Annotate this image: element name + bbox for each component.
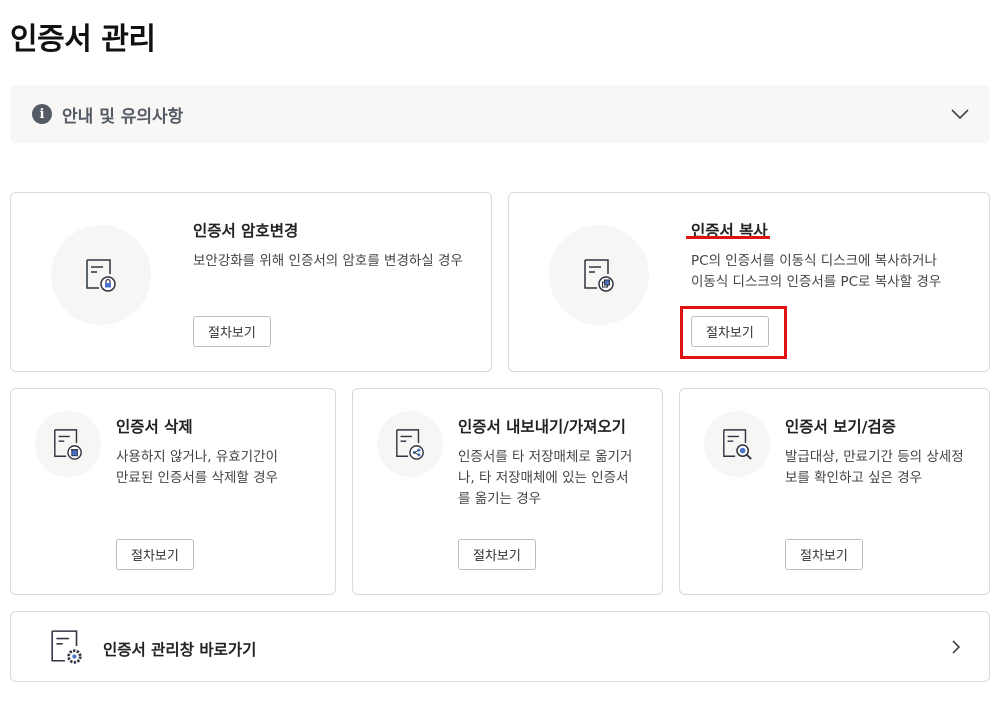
certificate-manager-shortcut[interactable]: 인증서 관리창 바로가기	[10, 611, 990, 682]
icon-circle	[549, 225, 649, 325]
highlight-box	[680, 306, 787, 359]
certificate-search-icon	[723, 429, 752, 460]
card-description: 인증서를 타 저장매체로 옮기거 나, 타 저장매체에 있는 인증서 를 옮기는…	[458, 449, 633, 507]
card-description: 보안강화를 위해 인증서의 암호를 변경하실 경우	[193, 253, 463, 269]
card-delete: 인증서 삭제 사용하지 않거나, 유효기간이 만료된 인증서를 삭제할 경우 절…	[10, 388, 336, 595]
shortcut-label: 인증서 관리창 바로가기	[103, 641, 257, 659]
chevron-right-icon	[952, 640, 961, 654]
page-title: 인증서 관리	[10, 22, 156, 57]
certificate-settings-icon	[51, 630, 82, 664]
notice-label: 안내 및 유의사항	[62, 106, 184, 127]
certificate-copy-icon	[584, 259, 614, 292]
card-title: 인증서 삭제	[116, 418, 193, 436]
card-description: 발급대상, 만료기간 등의 상세정 보를 확인하고 싶은 경우	[785, 449, 964, 486]
icon-circle	[704, 411, 770, 477]
card-title: 인증서 암호변경	[193, 222, 299, 240]
chevron-down-icon[interactable]	[950, 104, 970, 124]
certificate-share-icon	[396, 429, 424, 460]
card-export-import: 인증서 내보내기/가져오기 인증서를 타 저장매체로 옮기거 나, 타 저장매체…	[352, 388, 663, 595]
card-description: PC의 인증서를 이동식 디스크에 복사하거나 이동식 디스크의 인증서를 PC…	[691, 253, 942, 290]
procedure-button[interactable]: 절차보기	[116, 539, 194, 570]
procedure-button[interactable]: 절차보기	[193, 316, 271, 347]
card-view-verify: 인증서 보기/검증 발급대상, 만료기간 등의 상세정 보를 확인하고 싶은 경…	[679, 388, 990, 595]
card-description: 사용하지 않거나, 유효기간이 만료된 인증서를 삭제할 경우	[116, 449, 278, 486]
info-icon: i	[32, 104, 52, 124]
icon-circle	[35, 411, 101, 477]
card-title: 인증서 보기/검증	[785, 418, 896, 436]
highlight-underline	[686, 236, 770, 239]
card-title: 인증서 내보내기/가져오기	[458, 418, 626, 436]
procedure-button[interactable]: 절차보기	[785, 539, 863, 570]
icon-circle	[377, 411, 443, 477]
certificate-delete-icon	[54, 429, 82, 460]
card-change-password: 인증서 암호변경 보안강화를 위해 인증서의 암호를 변경하실 경우 절차보기	[10, 192, 492, 372]
icon-circle	[51, 225, 151, 325]
procedure-button[interactable]: 절차보기	[458, 539, 536, 570]
notice-accordion[interactable]: i 안내 및 유의사항	[10, 85, 990, 143]
certificate-lock-icon	[86, 259, 116, 292]
